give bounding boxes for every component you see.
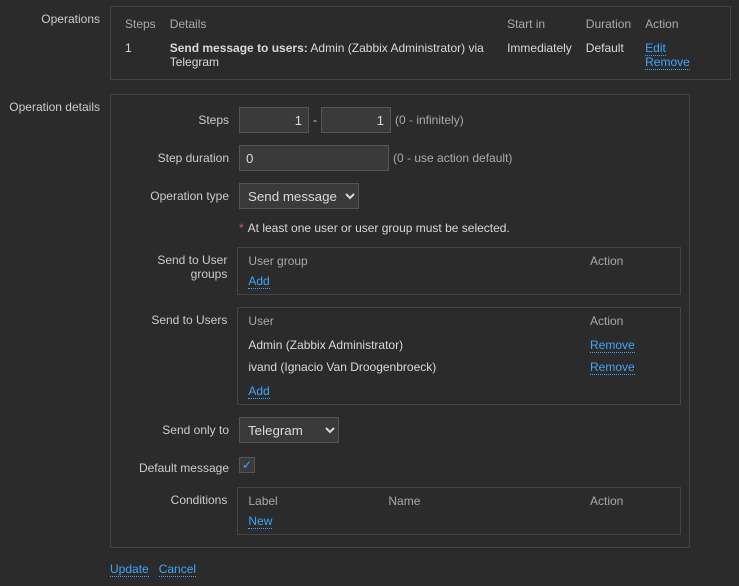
user-groups-table: User group Action Add (237, 247, 681, 295)
operations-th-duration: Duration (580, 13, 637, 35)
send-user-groups-label: Send to User groups (119, 247, 237, 281)
user-groups-add-link[interactable]: Add (248, 274, 269, 289)
user-groups-header-group: User group (248, 254, 590, 268)
operations-th-action: Action (639, 13, 722, 35)
operations-table: Steps Details Start in Duration Action 1… (110, 6, 731, 80)
operations-row-duration: Default (580, 37, 637, 73)
default-message-label: Default message (119, 455, 239, 475)
required-text: At least one user or user group must be … (248, 221, 510, 235)
users-row-remove-link[interactable]: Remove (590, 338, 635, 353)
operation-details-section-label: Operation details (0, 94, 110, 114)
send-users-label: Send to Users (119, 307, 237, 327)
operations-th-startin: Start in (501, 13, 578, 35)
send-only-to-select[interactable]: Telegram (239, 417, 339, 443)
operation-type-label: Operation type (119, 183, 239, 203)
users-row-name: Admin (Zabbix Administrator) (248, 338, 590, 352)
send-only-to-label: Send only to (119, 417, 239, 437)
required-asterisk: * (239, 221, 244, 235)
conditions-label: Conditions (119, 487, 237, 507)
user-groups-header-action: Action (590, 254, 670, 268)
steps-from-input[interactable] (239, 107, 309, 133)
users-header-action: Action (590, 314, 670, 328)
step-duration-input[interactable] (239, 145, 389, 171)
users-row-remove-link[interactable]: Remove (590, 360, 635, 375)
step-duration-label: Step duration (119, 145, 239, 165)
step-duration-hint: (0 - use action default) (393, 151, 512, 165)
users-row-name: ivand (Ignacio Van Droogenbroeck) (248, 360, 590, 374)
users-header-user: User (248, 314, 590, 328)
users-row: Admin (Zabbix Administrator) Remove (248, 334, 670, 356)
operations-row-step: 1 (119, 37, 162, 73)
operations-row-details-bold: Send message to users: (170, 41, 308, 55)
users-row: ivand (Ignacio Van Droogenbroeck) Remove (248, 356, 670, 378)
steps-dash: - (309, 113, 321, 127)
conditions-table: Label Name Action New (237, 487, 681, 535)
default-message-checkbox[interactable]: ✓ (239, 457, 255, 473)
operation-type-select[interactable]: Send message (239, 183, 359, 209)
operations-section-label: Operations (0, 6, 110, 26)
steps-to-input[interactable] (321, 107, 391, 133)
conditions-header-label: Label (248, 494, 388, 508)
steps-hint: (0 - infinitely) (395, 113, 464, 127)
operations-row-startin: Immediately (501, 37, 578, 73)
operations-remove-link[interactable]: Remove (645, 55, 690, 70)
users-add-link[interactable]: Add (248, 384, 269, 399)
operations-th-steps: Steps (119, 13, 162, 35)
steps-label: Steps (119, 107, 239, 127)
conditions-header-action: Action (590, 494, 670, 508)
operations-edit-link[interactable]: Edit (645, 41, 666, 56)
conditions-new-link[interactable]: New (248, 514, 272, 529)
operations-row: 1 Send message to users: Admin (Zabbix A… (119, 37, 722, 73)
operations-th-details: Details (164, 13, 499, 35)
conditions-header-name: Name (388, 494, 590, 508)
users-table: User Action Admin (Zabbix Administrator)… (237, 307, 681, 405)
